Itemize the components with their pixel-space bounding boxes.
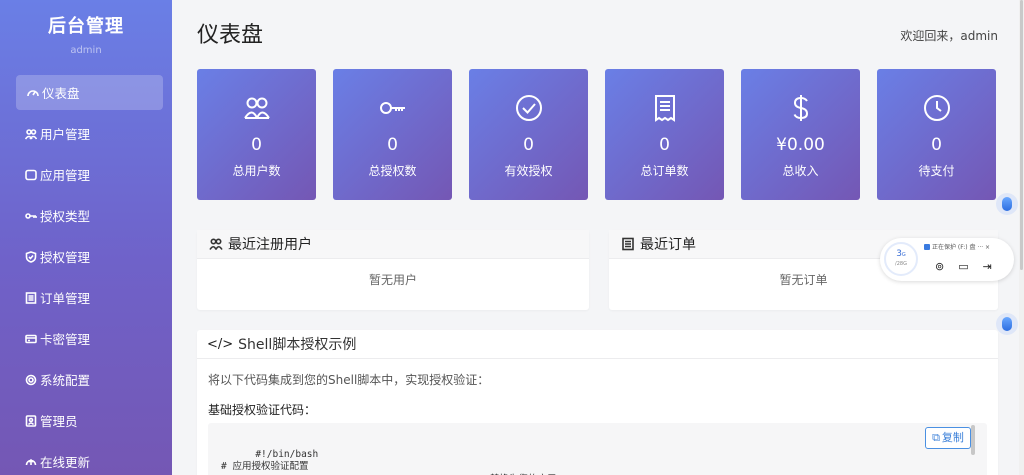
sidebar-item-licenses[interactable]: 授权管理 xyxy=(16,239,163,274)
stat-card-users: 0 总用户数 xyxy=(197,69,316,200)
brand-user: admin xyxy=(70,45,102,56)
sidebar-item-settings[interactable]: 系统配置 xyxy=(16,362,163,397)
gear-icon xyxy=(24,373,38,387)
scan-icon[interactable]: ⊚ xyxy=(935,260,944,273)
recent-users-panel: 最近注册用户 暂无用户 xyxy=(197,230,589,310)
stat-value: 0 xyxy=(387,135,398,155)
scrollbar-thumb[interactable] xyxy=(1020,0,1023,270)
sidebar-item-label: 授权类型 xyxy=(40,209,91,224)
sidebar-item-label: 用户管理 xyxy=(40,127,91,142)
ring-total: /28G xyxy=(895,261,907,267)
update-icon xyxy=(24,455,38,469)
sidebar-item-label: 在线更新 xyxy=(40,455,91,470)
stat-value: 0 xyxy=(931,135,942,155)
widget-status: 正在保护 (F:) 盘 ··· × xyxy=(924,242,990,251)
widget-status-text: 正在保护 (F:) 盘 ··· × xyxy=(932,244,991,251)
code-block[interactable]: #!/bin/bash # 应用授权验证配置 APP_ID="YOUR_APP_… xyxy=(208,423,987,475)
key-icon xyxy=(24,209,38,223)
sidebar-item-users[interactable]: 用户管理 xyxy=(16,116,163,151)
sidebar-item-label: 授权管理 xyxy=(40,250,91,265)
page-scrollbar[interactable] xyxy=(1019,0,1024,475)
stats-row: 0 总用户数 0 总授权数 0 有效授权 0 总订单数 ¥0.00 总收入 0 … xyxy=(197,69,996,200)
users-icon xyxy=(209,238,223,250)
welcome-text: 欢迎回来，admin xyxy=(900,29,998,43)
sidebar-nav: 仪表盘 用户管理 应用管理 授权类型 授权管理 订单管理 卡密管理 系统配置 管… xyxy=(0,75,172,475)
ring-unit: G xyxy=(901,252,906,258)
exit-icon[interactable]: ⇥ xyxy=(983,260,992,273)
stat-label: 有效授权 xyxy=(504,164,553,178)
sidebar-item-label: 系统配置 xyxy=(40,373,91,388)
stat-card-licenses: 0 总授权数 xyxy=(333,69,452,200)
protection-widget[interactable]: 3G /28G 正在保护 (F:) 盘 ··· × ⊚ ▭ ⇥ xyxy=(880,238,1014,281)
sidebar-item-admins[interactable]: 管理员 xyxy=(16,403,163,438)
stat-label: 总订单数 xyxy=(640,164,689,178)
sidebar-item-apps[interactable]: 应用管理 xyxy=(16,157,163,192)
stat-card-orders: 0 总订单数 xyxy=(605,69,724,200)
admin-icon xyxy=(24,414,38,428)
shell-example-panel: </> Shell脚本授权示例 将以下代码集成到您的Shell脚本中，实现授权验… xyxy=(197,330,998,475)
stat-value: 0 xyxy=(251,135,262,155)
card-icon xyxy=(24,332,38,346)
stat-label: 总授权数 xyxy=(368,164,417,178)
key-icon xyxy=(333,92,452,124)
panel-title: Shell脚本授权示例 xyxy=(238,337,357,353)
receipt-icon xyxy=(605,92,724,124)
users-icon xyxy=(197,92,316,124)
receipt-icon xyxy=(622,237,634,251)
app-icon xyxy=(24,168,38,182)
sidebar-item-update[interactable]: 在线更新 xyxy=(16,444,163,475)
stat-label: 待支付 xyxy=(918,164,955,178)
code-scrollbar[interactable] xyxy=(971,425,975,455)
sidebar-item-cards[interactable]: 卡密管理 xyxy=(16,321,163,356)
panel-header: 最近注册用户 xyxy=(197,230,589,259)
sidebar-item-label: 订单管理 xyxy=(40,291,91,306)
copy-button[interactable]: ⧉ 复制 xyxy=(925,427,971,449)
stat-card-active: 0 有效授权 xyxy=(469,69,588,200)
widget-actions: ⊚ ▭ ⇥ xyxy=(935,260,992,273)
brand: 后台管理 admin xyxy=(0,0,172,70)
panel-title: 最近订单 xyxy=(640,237,696,253)
dollar-icon xyxy=(741,92,860,124)
stat-label: 总用户数 xyxy=(232,164,281,178)
folder-icon[interactable]: ▭ xyxy=(958,260,968,273)
sidebar-item-label: 应用管理 xyxy=(40,168,91,183)
check-circle-icon xyxy=(469,92,588,124)
panel-header: </> Shell脚本授权示例 xyxy=(197,330,998,359)
sidebar: 后台管理 admin 仪表盘 用户管理 应用管理 授权类型 授权管理 订单管理 xyxy=(0,0,172,475)
floating-assistant-icon[interactable] xyxy=(996,313,1018,335)
sidebar-item-license-types[interactable]: 授权类型 xyxy=(16,198,163,233)
page-title: 仪表盘 xyxy=(197,23,264,48)
sidebar-item-dashboard[interactable]: 仪表盘 xyxy=(16,75,163,110)
clock-icon xyxy=(877,92,996,124)
panel-title: 最近注册用户 xyxy=(228,237,312,253)
receipt-icon xyxy=(24,291,38,305)
shield-icon xyxy=(24,250,38,264)
copy-label: 复制 xyxy=(941,430,964,444)
stat-label: 总收入 xyxy=(782,164,819,178)
shield-icon xyxy=(924,243,930,250)
floating-assistant-icon[interactable] xyxy=(996,193,1018,215)
copy-icon: ⧉ xyxy=(932,430,940,444)
brand-title: 后台管理 xyxy=(48,16,124,37)
sidebar-item-orders[interactable]: 订单管理 xyxy=(16,280,163,315)
shell-subtitle: 基础授权验证代码： xyxy=(208,403,317,417)
stat-value: 0 xyxy=(659,135,670,155)
stat-value: ¥0.00 xyxy=(776,135,825,155)
users-icon xyxy=(24,127,38,141)
sidebar-item-label: 管理员 xyxy=(40,414,78,429)
sidebar-item-label: 仪表盘 xyxy=(42,86,80,101)
empty-state: 暂无用户 xyxy=(368,273,417,287)
storage-ring: 3G /28G xyxy=(884,242,918,276)
code-icon: </> xyxy=(207,336,234,352)
code-text: #!/bin/bash # 应用授权验证配置 APP_ID="YOUR_APP_… xyxy=(221,448,568,475)
sidebar-item-label: 卡密管理 xyxy=(40,332,91,347)
stat-value: 0 xyxy=(523,135,534,155)
shell-description: 将以下代码集成到您的Shell脚本中，实现授权验证： xyxy=(208,373,490,387)
stat-card-pending: 0 待支付 xyxy=(877,69,996,200)
stat-card-revenue: ¥0.00 总收入 xyxy=(741,69,860,200)
dashboard-icon xyxy=(26,86,40,100)
